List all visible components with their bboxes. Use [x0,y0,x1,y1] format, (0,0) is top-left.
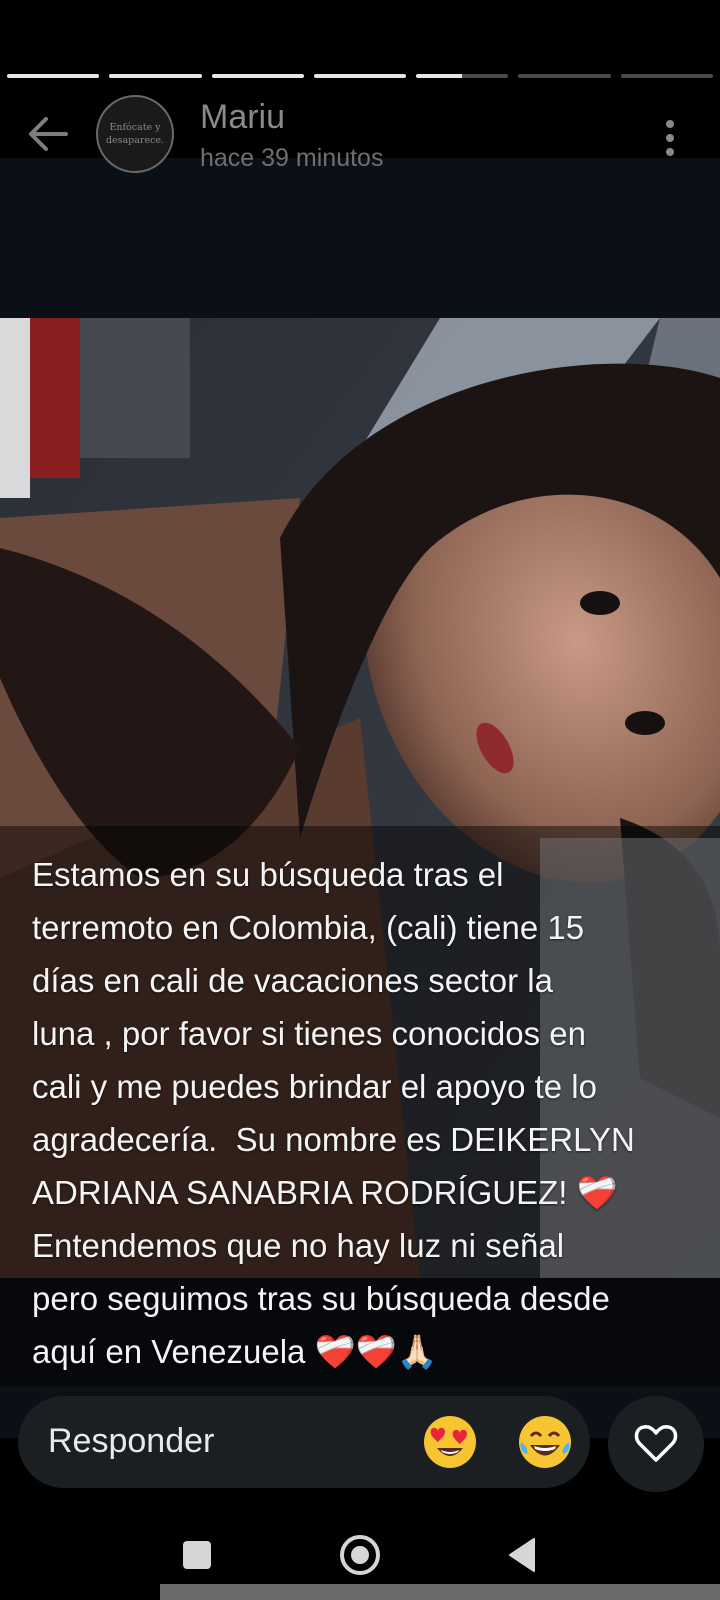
progress-fill [416,74,463,78]
circle-icon [340,1535,380,1575]
heart-outline-icon [634,1425,678,1462]
progress-segment [620,74,713,78]
post-time: hace 39 minutos [200,144,384,172]
progress-segment [109,74,202,78]
recents-button[interactable] [172,1530,222,1580]
progress-segment [518,74,611,78]
arrow-left-icon [29,117,68,151]
progress-segment [416,74,509,78]
home-button[interactable] [335,1530,385,1580]
story-header: Enfócate y desaparece. Mariu hace 39 min… [0,90,720,180]
heart-eyes-emoji-button[interactable] [420,1412,480,1472]
progress-fill [313,74,407,78]
progress-segment [313,74,407,78]
avatar-text: Enfócate y desaparece. [105,122,165,146]
progress-fill [7,74,100,78]
heart-eyes-emoji-icon [424,1416,476,1468]
progress-segment [211,74,304,78]
square-icon [183,1541,211,1569]
reply-placeholder: Responder [48,1422,215,1460]
joy-emoji-icon [519,1416,571,1468]
progress-fill [211,74,304,78]
back-nav-button[interactable] [498,1530,548,1580]
more-vertical-icon [666,120,674,156]
more-options-button[interactable] [660,118,680,158]
back-button[interactable] [26,112,70,156]
story-progress [7,74,713,78]
joy-emoji-button[interactable] [515,1412,575,1472]
story-caption: Estamos en su búsqueda tras el terremoto… [32,856,635,1370]
progress-segment [7,74,100,78]
reply-input[interactable]: Responder [18,1396,590,1488]
triangle-left-icon [509,1538,535,1572]
user-name[interactable]: Mariu [200,98,285,137]
progress-fill [109,74,202,78]
avatar[interactable]: Enfócate y desaparece. [96,95,174,173]
gesture-bar [160,1584,720,1600]
like-button[interactable] [608,1396,704,1492]
